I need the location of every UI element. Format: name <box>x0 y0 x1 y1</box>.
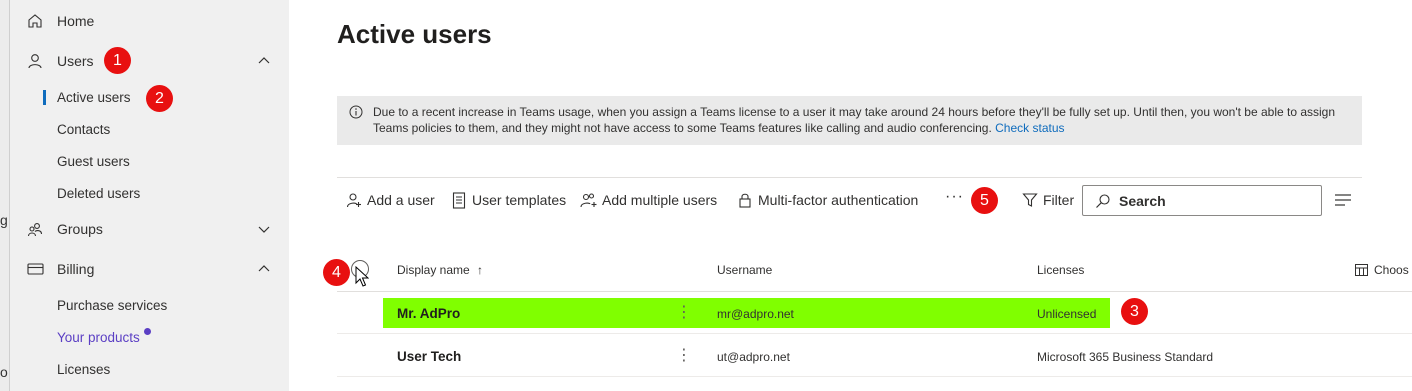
add-people-icon <box>580 191 598 209</box>
annotation-badge: 3 <box>1121 298 1148 325</box>
cell-licenses: Microsoft 365 Business Standard <box>1037 350 1214 364</box>
sidebar-item-label: Licenses <box>57 361 111 377</box>
table-row[interactable]: User Tech ⋮ ut@adpro.net Microsoft 365 B… <box>337 335 1412 377</box>
cell-username: mr@adpro.net <box>717 307 794 321</box>
filter-label: Filter <box>1043 192 1075 208</box>
annotation-badge: 5 <box>971 187 998 214</box>
sidebar-item-users[interactable]: Users <box>10 45 289 77</box>
check-status-link[interactable]: Check status <box>995 121 1064 135</box>
cell-username: ut@adpro.net <box>717 350 790 364</box>
add-multiple-users-label: Add multiple users <box>602 192 718 208</box>
sidebar-item-label: Home <box>57 13 95 29</box>
column-header-label: Display name <box>397 263 470 277</box>
sidebar-item-label: Purchase services <box>57 297 168 313</box>
search-placeholder: Search <box>1119 192 1166 209</box>
chevron-down-icon[interactable] <box>257 222 271 236</box>
search-icon <box>1095 193 1111 214</box>
more-actions-button[interactable]: ··· <box>945 188 964 206</box>
background-text-fragment: o <box>0 364 8 380</box>
home-icon <box>26 12 44 30</box>
cell-display-name[interactable]: Mr. AdPro <box>397 306 460 321</box>
sidebar-item-groups[interactable]: Groups <box>10 213 289 245</box>
info-icon <box>349 105 363 123</box>
sidebar-item-label: Contacts <box>57 121 111 137</box>
sidebar-item-label: Guest users <box>57 153 130 169</box>
background-text-fragment: g <box>0 212 8 228</box>
multi-factor-authentication-button[interactable]: Multi-factor authentication <box>736 188 918 212</box>
mfa-label: Multi-factor authentication <box>758 192 919 208</box>
sidebar-item-contacts[interactable]: Contacts <box>10 115 289 143</box>
sidebar-item-label: Deleted users <box>57 185 141 201</box>
filter-button[interactable]: Filter <box>1021 188 1074 212</box>
column-header-username[interactable]: Username <box>717 263 772 277</box>
groups-icon <box>26 220 44 238</box>
sidebar-item-guest-users[interactable]: Guest users <box>10 147 289 175</box>
sidebar-item-billing[interactable]: Billing <box>10 253 289 285</box>
sidebar-item-deleted-users[interactable]: Deleted users <box>10 179 289 207</box>
filter-icon <box>1021 191 1039 209</box>
main-content: Active users Due to a recent increase in… <box>289 0 1412 391</box>
annotation-badge: 1 <box>104 47 131 74</box>
sidebar-item-home[interactable]: Home <box>10 5 289 37</box>
lock-icon <box>736 191 754 209</box>
background-window-strip: g o <box>0 0 10 391</box>
choose-columns-button[interactable]: Choos <box>1355 263 1409 277</box>
sidebar-item-your-products[interactable]: Your products <box>10 323 289 351</box>
cell-licenses: Unlicensed <box>1037 307 1097 321</box>
add-user-button[interactable]: Add a user <box>345 188 435 212</box>
info-banner-text: Due to a recent increase in Teams usage,… <box>373 105 1336 135</box>
credit-card-icon <box>26 260 44 278</box>
choose-columns-label: Choos <box>1374 263 1409 277</box>
sidebar-item-label: Groups <box>57 221 103 237</box>
sidebar-item-licenses[interactable]: Licenses <box>10 355 289 383</box>
cell-display-name[interactable]: User Tech <box>397 349 461 364</box>
add-user-label: Add a user <box>367 192 435 208</box>
mouse-cursor-icon <box>355 266 369 287</box>
annotation-badge: 2 <box>146 85 173 112</box>
active-indicator <box>43 89 46 105</box>
sort-ascending-icon: ↑ <box>477 263 484 277</box>
user-templates-label: User templates <box>472 192 567 208</box>
sidebar-item-label: Billing <box>57 261 95 277</box>
notification-dot <box>144 328 151 335</box>
row-more-icon[interactable]: ⋮ <box>676 345 692 365</box>
user-templates-button[interactable]: User templates <box>450 188 566 212</box>
chevron-up-icon[interactable] <box>257 54 271 68</box>
info-banner: Due to a recent increase in Teams usage,… <box>337 96 1362 145</box>
sidebar-item-label: Your products <box>57 329 140 345</box>
sidebar-item-purchase-services[interactable]: Purchase services <box>10 291 289 319</box>
search-input[interactable]: Search <box>1082 185 1322 216</box>
column-header-licenses[interactable]: Licenses <box>1037 263 1084 277</box>
chevron-up-icon[interactable] <box>257 262 271 276</box>
template-icon <box>450 191 468 209</box>
table-row[interactable]: Mr. AdPro ⋮ mr@adpro.net Unlicensed <box>337 292 1412 334</box>
columns-icon <box>1355 264 1368 276</box>
add-multiple-users-button[interactable]: Add multiple users <box>580 188 717 212</box>
row-more-icon[interactable]: ⋮ <box>676 302 692 322</box>
add-person-icon <box>345 191 363 209</box>
person-icon <box>26 52 44 70</box>
sidebar-nav: Home Users Active users Contacts Guest u… <box>10 0 289 391</box>
sidebar-item-label: Users <box>57 53 94 69</box>
sidebar-item-label: Active users <box>57 89 131 105</box>
page-title: Active users <box>337 19 492 49</box>
annotation-badge: 4 <box>323 259 350 286</box>
list-options-icon[interactable] <box>1334 192 1352 208</box>
column-header-display-name[interactable]: Display name ↑ <box>397 263 483 277</box>
toolbar-divider <box>337 177 1362 178</box>
